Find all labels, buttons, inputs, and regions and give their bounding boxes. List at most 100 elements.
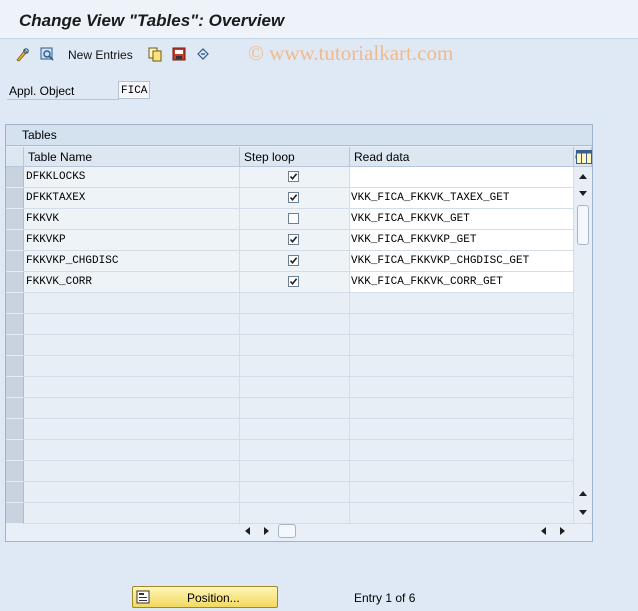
vertical-scroll-thumb[interactable] <box>577 205 589 245</box>
read-data-cell[interactable]: VKK_FICA_FKKVKP_CHGDISC_GET <box>350 251 574 272</box>
row-selector[interactable] <box>6 440 24 461</box>
row-selector[interactable] <box>6 377 24 398</box>
row-selector[interactable] <box>6 482 24 503</box>
step-loop-cell <box>240 335 350 356</box>
scroll-down-bottom-icon[interactable] <box>577 506 589 518</box>
read-data-cell[interactable] <box>350 503 574 524</box>
row-selector[interactable] <box>6 251 24 272</box>
scroll-up-bottom-icon[interactable] <box>577 488 589 500</box>
table-name-cell[interactable] <box>24 503 240 524</box>
row-selector[interactable] <box>6 188 24 209</box>
copy-icon[interactable] <box>146 45 164 63</box>
scroll-right-end-icon[interactable] <box>556 525 568 537</box>
read-data-cell[interactable] <box>350 482 574 503</box>
pencil-glasses-icon[interactable] <box>14 45 32 63</box>
read-data-cell[interactable] <box>350 461 574 482</box>
step-loop-cell <box>240 377 350 398</box>
row-selector[interactable] <box>6 209 24 230</box>
table-name-cell[interactable] <box>24 293 240 314</box>
scroll-down-icon[interactable] <box>577 187 589 199</box>
table-name-cell[interactable] <box>24 398 240 419</box>
vertical-scrollbar[interactable] <box>574 167 592 522</box>
scroll-right-icon[interactable] <box>260 525 272 537</box>
row-selector[interactable] <box>6 461 24 482</box>
read-data-cell[interactable] <box>350 356 574 377</box>
row-selector[interactable] <box>6 314 24 335</box>
undo-icon[interactable] <box>194 45 212 63</box>
read-data-cell[interactable] <box>350 398 574 419</box>
row-selector[interactable] <box>6 335 24 356</box>
table-name-cell[interactable] <box>24 356 240 377</box>
toolbar: New Entries <box>0 42 638 68</box>
table-name-cell[interactable] <box>24 482 240 503</box>
page-title: Change View "Tables": Overview <box>19 11 285 30</box>
position-icon <box>136 590 150 607</box>
appl-object-field: FICA <box>118 81 150 99</box>
display-change-icon[interactable] <box>38 45 56 63</box>
step-loop-cell <box>240 293 350 314</box>
table-name-cell[interactable] <box>24 440 240 461</box>
column-header-step-loop[interactable]: Step loop <box>240 147 350 167</box>
scroll-up-icon[interactable] <box>577 171 589 183</box>
table-name-cell[interactable]: DFKKLOCKS <box>24 167 240 188</box>
step-loop-checkbox[interactable] <box>288 171 299 182</box>
step-loop-cell[interactable] <box>240 209 350 230</box>
new-entries-button[interactable]: New Entries <box>68 48 133 62</box>
row-selector[interactable] <box>6 167 24 188</box>
step-loop-cell <box>240 419 350 440</box>
table-name-cell[interactable] <box>24 377 240 398</box>
read-data-cell[interactable] <box>350 377 574 398</box>
table-name-cell[interactable]: FKKVKP <box>24 230 240 251</box>
select-all-header[interactable] <box>6 147 24 167</box>
table-name-cell[interactable] <box>24 314 240 335</box>
step-loop-cell[interactable] <box>240 167 350 188</box>
column-header-table-name[interactable]: Table Name <box>24 147 240 167</box>
column-header-read-data[interactable]: Read data <box>350 147 574 167</box>
step-loop-checkbox[interactable] <box>288 276 299 287</box>
step-loop-checkbox[interactable] <box>288 234 299 245</box>
step-loop-cell <box>240 356 350 377</box>
row-selector[interactable] <box>6 293 24 314</box>
scroll-left-end-icon[interactable] <box>538 525 550 537</box>
read-data-cell[interactable]: VKK_FICA_FKKVK_GET <box>350 209 574 230</box>
read-data-cell[interactable] <box>350 419 574 440</box>
step-loop-cell[interactable] <box>240 188 350 209</box>
position-button[interactable]: Position... <box>132 586 278 608</box>
read-data-cell[interactable] <box>350 335 574 356</box>
scroll-left-icon[interactable] <box>242 525 254 537</box>
step-loop-cell[interactable] <box>240 272 350 293</box>
step-loop-checkbox[interactable] <box>288 255 299 266</box>
step-loop-cell[interactable] <box>240 230 350 251</box>
read-data-cell[interactable] <box>350 293 574 314</box>
row-selector[interactable] <box>6 503 24 524</box>
table-name-cell[interactable]: DFKKTAXEX <box>24 188 240 209</box>
table-name-cell[interactable]: FKKVKP_CHGDISC <box>24 251 240 272</box>
step-loop-cell[interactable] <box>240 251 350 272</box>
row-selector[interactable] <box>6 398 24 419</box>
table-name-cell[interactable] <box>24 335 240 356</box>
read-data-cell[interactable]: VKK_FICA_FKKVKP_GET <box>350 230 574 251</box>
step-loop-checkbox[interactable] <box>288 213 299 224</box>
column-settings-icon[interactable] <box>576 150 592 167</box>
row-selector[interactable] <box>6 230 24 251</box>
appl-object-label: Appl. Object <box>7 84 119 100</box>
table-name-cell[interactable] <box>24 419 240 440</box>
delete-icon[interactable] <box>170 45 188 63</box>
read-data-cell[interactable]: VKK_FICA_FKKVK_CORR_GET <box>350 272 574 293</box>
read-data-cell[interactable] <box>350 314 574 335</box>
table-name-cell[interactable] <box>24 461 240 482</box>
horizontal-scroll-thumb[interactable] <box>278 524 296 538</box>
horizontal-scrollbar[interactable] <box>240 523 574 539</box>
step-loop-cell <box>240 461 350 482</box>
table-name-cell[interactable]: FKKVK_CORR <box>24 272 240 293</box>
title-bar: Change View "Tables": Overview <box>0 0 638 39</box>
row-selector[interactable] <box>6 356 24 377</box>
row-selector[interactable] <box>6 419 24 440</box>
read-data-cell[interactable]: VKK_FICA_FKKVK_TAXEX_GET <box>350 188 574 209</box>
position-button-label: Position... <box>187 591 240 605</box>
row-selector[interactable] <box>6 272 24 293</box>
read-data-cell[interactable] <box>350 167 574 188</box>
read-data-cell[interactable] <box>350 440 574 461</box>
step-loop-checkbox[interactable] <box>288 192 299 203</box>
table-name-cell[interactable]: FKKVK <box>24 209 240 230</box>
